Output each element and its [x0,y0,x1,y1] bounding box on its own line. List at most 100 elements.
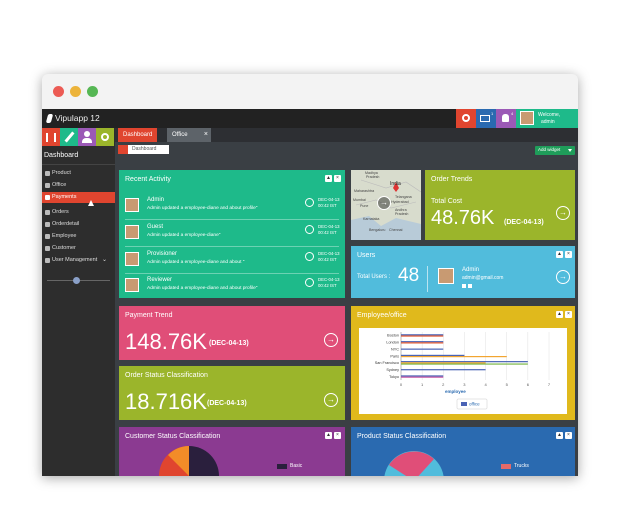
users-panel: Users ▲ × Total Users : 48 Admin admin@g… [351,246,575,298]
collapse-button[interactable]: ▲ [556,432,563,439]
tab-dashboard[interactable]: Dashboard [118,128,158,142]
arrow-right-icon[interactable]: → [377,196,391,210]
total-cost-value: 48.76K [431,207,495,229]
collapse-sidebar-button[interactable] [73,277,80,284]
close-button[interactable]: × [565,311,572,318]
payment-trend-value: 148.76K [125,329,207,354]
close-button[interactable]: × [565,251,572,258]
activity-date: DEC-04-13 [318,251,340,256]
collapse-button[interactable]: ▲ [325,432,332,439]
maximize-window-dot[interactable] [87,86,98,97]
activity-time: DEC-04-13 00:42 IST [318,224,340,236]
bar [401,356,507,358]
employee-office-chart: 0 1 2 3 4 5 6 7 Boston London NYC Paris San Francisc… [375,332,551,410]
payment-trend-date: (DEC-04-13) [209,340,249,347]
user-nav-button[interactable] [78,128,96,146]
panel-title: Payment Trend [125,312,173,319]
panel-title: Recent Activity [125,176,171,183]
chart-nav-button[interactable] [42,128,60,146]
caret-down-icon [568,149,572,152]
edit-nav-button[interactable] [60,128,78,146]
x-axis-label: employee [445,389,466,394]
activity-message: Admin updated a employee-diane and about… [147,206,258,211]
envelope-icon [480,115,490,122]
map-label: Hyderabad [391,200,409,204]
bar [401,342,444,344]
total-cost-label: Total Cost [431,198,463,205]
delete-icon[interactable] [468,284,472,288]
order-trends-panel: Order Trends Total Cost 48.76K (DEC-04-1… [425,170,575,240]
sidebar-item-office[interactable]: Office [42,180,115,191]
y-tick-label: San Francisco [375,361,399,365]
arrow-right-icon[interactable]: → [324,333,338,347]
arrow-right-icon[interactable]: → [556,206,570,220]
customer-pie-chart [159,446,219,476]
activity-name: Admin [147,197,165,203]
panel-title: Product Status Classification [357,433,447,440]
customer-icon [45,246,50,251]
sidebar-item-label: Payments [52,194,77,200]
sidebar-item-orderdetail[interactable]: Orderdetail [42,219,115,230]
map-label: India [390,181,401,187]
legend-swatch [461,402,467,406]
x-tick-label: 1 [421,382,424,387]
sidebar-item-product[interactable]: Product [42,168,115,179]
close-button[interactable]: × [334,432,341,439]
sidebar-item-customer[interactable]: Customer [42,243,115,254]
map-panel[interactable]: Madhya Pradesh India Maharashtra Mumbai … [351,170,421,240]
breadcrumb-item[interactable]: Dashboard [132,146,156,152]
edit-icon[interactable] [462,284,466,288]
collapse-button[interactable]: ▲ [556,311,563,318]
clock-icon [305,252,314,261]
settings-nav-button[interactable] [96,128,114,146]
y-tick-label: Paris [390,354,399,358]
close-button[interactable]: × [334,175,341,182]
app-header: Vipulapp 12 1 4 Welcome, admin [42,109,578,128]
arrow-right-icon[interactable]: → [556,270,570,284]
add-widget-button[interactable]: Add widget [535,146,575,155]
payment-trend-panel: Payment Trend 148.76K (DEC-04-13) → [119,306,345,360]
sidebar-item-label: User Management [52,257,98,263]
notifications-button[interactable]: 4 [496,109,516,128]
add-widget-label: Add widget [538,147,561,152]
user-menu[interactable]: Welcome, admin [516,109,578,128]
sidebar-item-payments[interactable]: Payments [42,192,115,203]
arrow-right-icon[interactable]: → [324,393,338,407]
sidebar-item-employee[interactable]: Employee [42,231,115,242]
bar [401,361,528,363]
x-tick-label: 3 [463,382,466,387]
employee-office-panel: Employee/office ▲ × 0 1 2 3 4 5 6 7 Boston London… [351,306,575,420]
divider [125,246,339,247]
minimize-window-dot[interactable] [70,86,81,97]
divider [42,164,115,165]
panel-title: Order Status Classification [125,372,208,379]
x-tick-label: 2 [442,382,445,387]
gear-icon [462,114,470,122]
messages-button[interactable]: 1 [476,109,496,128]
close-button[interactable]: × [565,432,572,439]
home-icon[interactable] [118,145,128,154]
close-icon[interactable]: × [204,128,208,142]
legend-swatch [277,464,287,469]
collapse-button[interactable]: ▲ [556,251,563,258]
sidebar-item-orders[interactable]: Orders [42,207,115,218]
x-tick-label: 7 [548,382,551,387]
activity-clock-time: 00:42 IST [318,230,337,235]
user-email: admin@gmail.com [462,275,504,281]
settings-button[interactable] [456,109,476,128]
bar [401,354,465,356]
orderdetail-icon [45,222,50,227]
employee-icon [45,234,50,239]
avatar [520,111,534,125]
tab-office[interactable]: Office × [167,128,211,142]
sidebar-item-user-management[interactable]: User Management ⌄ [42,255,115,266]
activity-message: Admin updated a employee-diane and about… [147,286,258,291]
bar [401,376,444,378]
collapse-button[interactable]: ▲ [325,175,332,182]
y-tick-label: Boston [387,334,399,338]
map-label: Karnataka [363,217,380,221]
activity-clock-time: 00:42 IST [318,203,337,208]
activity-date: DEC-04-13 [318,277,340,282]
user-icon [84,131,90,137]
close-window-dot[interactable] [53,86,64,97]
